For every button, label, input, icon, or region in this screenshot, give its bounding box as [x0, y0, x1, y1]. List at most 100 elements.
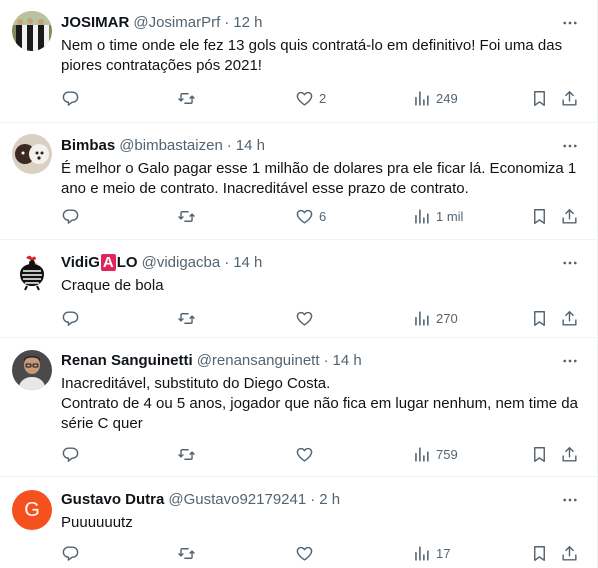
avatar[interactable]: G — [12, 490, 52, 530]
author-name[interactable]: VidiG A LO — [61, 253, 138, 271]
author-handle[interactable]: @Gustavo92179241 — [168, 491, 306, 508]
timestamp[interactable]: 14 h — [333, 352, 362, 369]
bookmark-button[interactable] — [530, 204, 549, 228]
person-photo-avatar-icon — [12, 350, 52, 390]
retweet-icon — [178, 312, 195, 324]
avatar[interactable] — [12, 252, 52, 292]
author-name[interactable]: Bimbas — [61, 137, 115, 154]
retweet-button[interactable] — [177, 541, 201, 565]
views-button[interactable]: 1 mil — [412, 204, 463, 228]
separator: · — [224, 13, 230, 31]
ellipsis-icon — [563, 359, 577, 363]
bookmark-button[interactable] — [530, 86, 549, 110]
timestamp[interactable]: 14 h — [233, 254, 262, 271]
share-icon — [562, 310, 577, 326]
avatar[interactable] — [12, 350, 52, 390]
ellipsis-icon — [563, 261, 577, 265]
reply-icon — [62, 310, 79, 326]
action-bar: 270 — [55, 306, 585, 330]
reply-button[interactable] — [61, 442, 85, 466]
retweet-button[interactable] — [177, 306, 201, 330]
timestamp[interactable]: 12 h — [233, 14, 262, 31]
retweet-icon — [178, 448, 195, 460]
views-button[interactable]: 17 — [412, 541, 450, 565]
separator: · — [323, 351, 329, 369]
share-icon — [562, 90, 577, 106]
views-button[interactable]: 249 — [412, 86, 458, 110]
reply-button[interactable] — [61, 204, 85, 228]
views-button[interactable]: 759 — [412, 442, 458, 466]
heart-icon — [296, 209, 313, 224]
retweet-button[interactable] — [177, 442, 201, 466]
ellipsis-icon — [563, 144, 577, 148]
reply-button[interactable] — [61, 541, 85, 565]
reply-button[interactable] — [61, 86, 85, 110]
author-name-part: LO — [116, 253, 138, 271]
bookmark-button[interactable] — [530, 442, 549, 466]
avatar-letter: G — [24, 498, 40, 521]
share-button[interactable] — [560, 442, 579, 466]
ellipsis-icon — [563, 21, 577, 25]
tweet-header: VidiG A LO @vidigacba · 14 h — [61, 252, 262, 272]
tweet-vidigalo[interactable]: VidiG A LO @vidigacba · 14 h Craque de bol… — [0, 240, 598, 338]
tweet-bimbas[interactable]: Bimbas @bimbastaizen · 14 h É melhor o G… — [0, 123, 598, 240]
more-options-button[interactable] — [560, 253, 580, 273]
view-count: 270 — [436, 310, 458, 326]
separator: · — [224, 253, 230, 271]
separator: · — [310, 490, 316, 508]
bookmark-button[interactable] — [530, 541, 549, 565]
tweet-text: É melhor o Galo pagar esse 1 milhão de d… — [61, 160, 581, 197]
author-name[interactable]: Gustavo Dutra — [61, 491, 164, 508]
bookmark-button[interactable] — [530, 306, 549, 330]
heart-icon — [296, 311, 313, 326]
dog-photo-avatar-icon — [12, 134, 52, 174]
share-button[interactable] — [560, 306, 579, 330]
like-button[interactable] — [295, 541, 319, 565]
tweet-renan[interactable]: Renan Sanguinetti @renansanguinett · 14 … — [0, 338, 598, 477]
more-options-button[interactable] — [560, 136, 580, 156]
retweet-icon — [178, 210, 195, 222]
views-chart-icon — [415, 446, 429, 462]
tweet-text: Inacreditável, substituto do Diego Costa… — [61, 375, 578, 432]
retweet-button[interactable] — [177, 86, 201, 110]
author-handle[interactable]: @JosimarPrf — [133, 14, 220, 31]
more-options-button[interactable] — [560, 490, 580, 510]
tweet-josimar[interactable]: JOSIMAR @JosimarPrf · 12 h Nem o time on… — [0, 0, 598, 123]
author-name[interactable]: JOSIMAR — [61, 14, 129, 31]
ellipsis-icon — [563, 498, 577, 502]
tweet-header: Gustavo Dutra @Gustavo92179241 · 2 h — [61, 489, 340, 509]
avatar[interactable] — [12, 134, 52, 174]
avatar[interactable] — [12, 11, 52, 51]
timestamp[interactable]: 2 h — [319, 491, 340, 508]
author-name-badge: A — [100, 253, 116, 271]
reply-icon — [62, 90, 79, 106]
views-chart-icon — [415, 545, 429, 561]
like-button[interactable] — [295, 306, 319, 330]
author-name[interactable]: Renan Sanguinetti — [61, 352, 193, 369]
more-options-button[interactable] — [560, 13, 580, 33]
views-button[interactable]: 270 — [412, 306, 458, 330]
share-button[interactable] — [560, 204, 579, 228]
like-button[interactable] — [295, 442, 319, 466]
views-chart-icon — [415, 90, 429, 106]
tweet-header: Renan Sanguinetti @renansanguinett · 14 … — [61, 350, 362, 370]
share-button[interactable] — [560, 541, 579, 565]
author-handle[interactable]: @vidigacba — [142, 254, 221, 271]
timestamp[interactable]: 14 h — [236, 137, 265, 154]
share-icon — [562, 545, 577, 561]
reply-button[interactable] — [61, 306, 85, 330]
like-button[interactable]: 2 — [295, 86, 326, 110]
retweet-icon — [178, 547, 195, 559]
author-handle[interactable]: @renansanguinett — [197, 352, 320, 369]
tweet-header: JOSIMAR @JosimarPrf · 12 h — [61, 12, 262, 32]
more-options-button[interactable] — [560, 351, 580, 371]
like-button[interactable]: 6 — [295, 204, 326, 228]
bookmark-icon — [534, 310, 545, 326]
author-handle[interactable]: @bimbastaizen — [119, 137, 223, 154]
reply-icon — [62, 545, 79, 561]
share-button[interactable] — [560, 86, 579, 110]
tweet-gustavo[interactable]: G Gustavo Dutra @Gustavo92179241 · 2 h P… — [0, 477, 598, 568]
tweet-text: Nem o time onde ele fez 13 gols quis con… — [61, 37, 567, 74]
views-chart-icon — [415, 310, 429, 326]
retweet-button[interactable] — [177, 204, 201, 228]
